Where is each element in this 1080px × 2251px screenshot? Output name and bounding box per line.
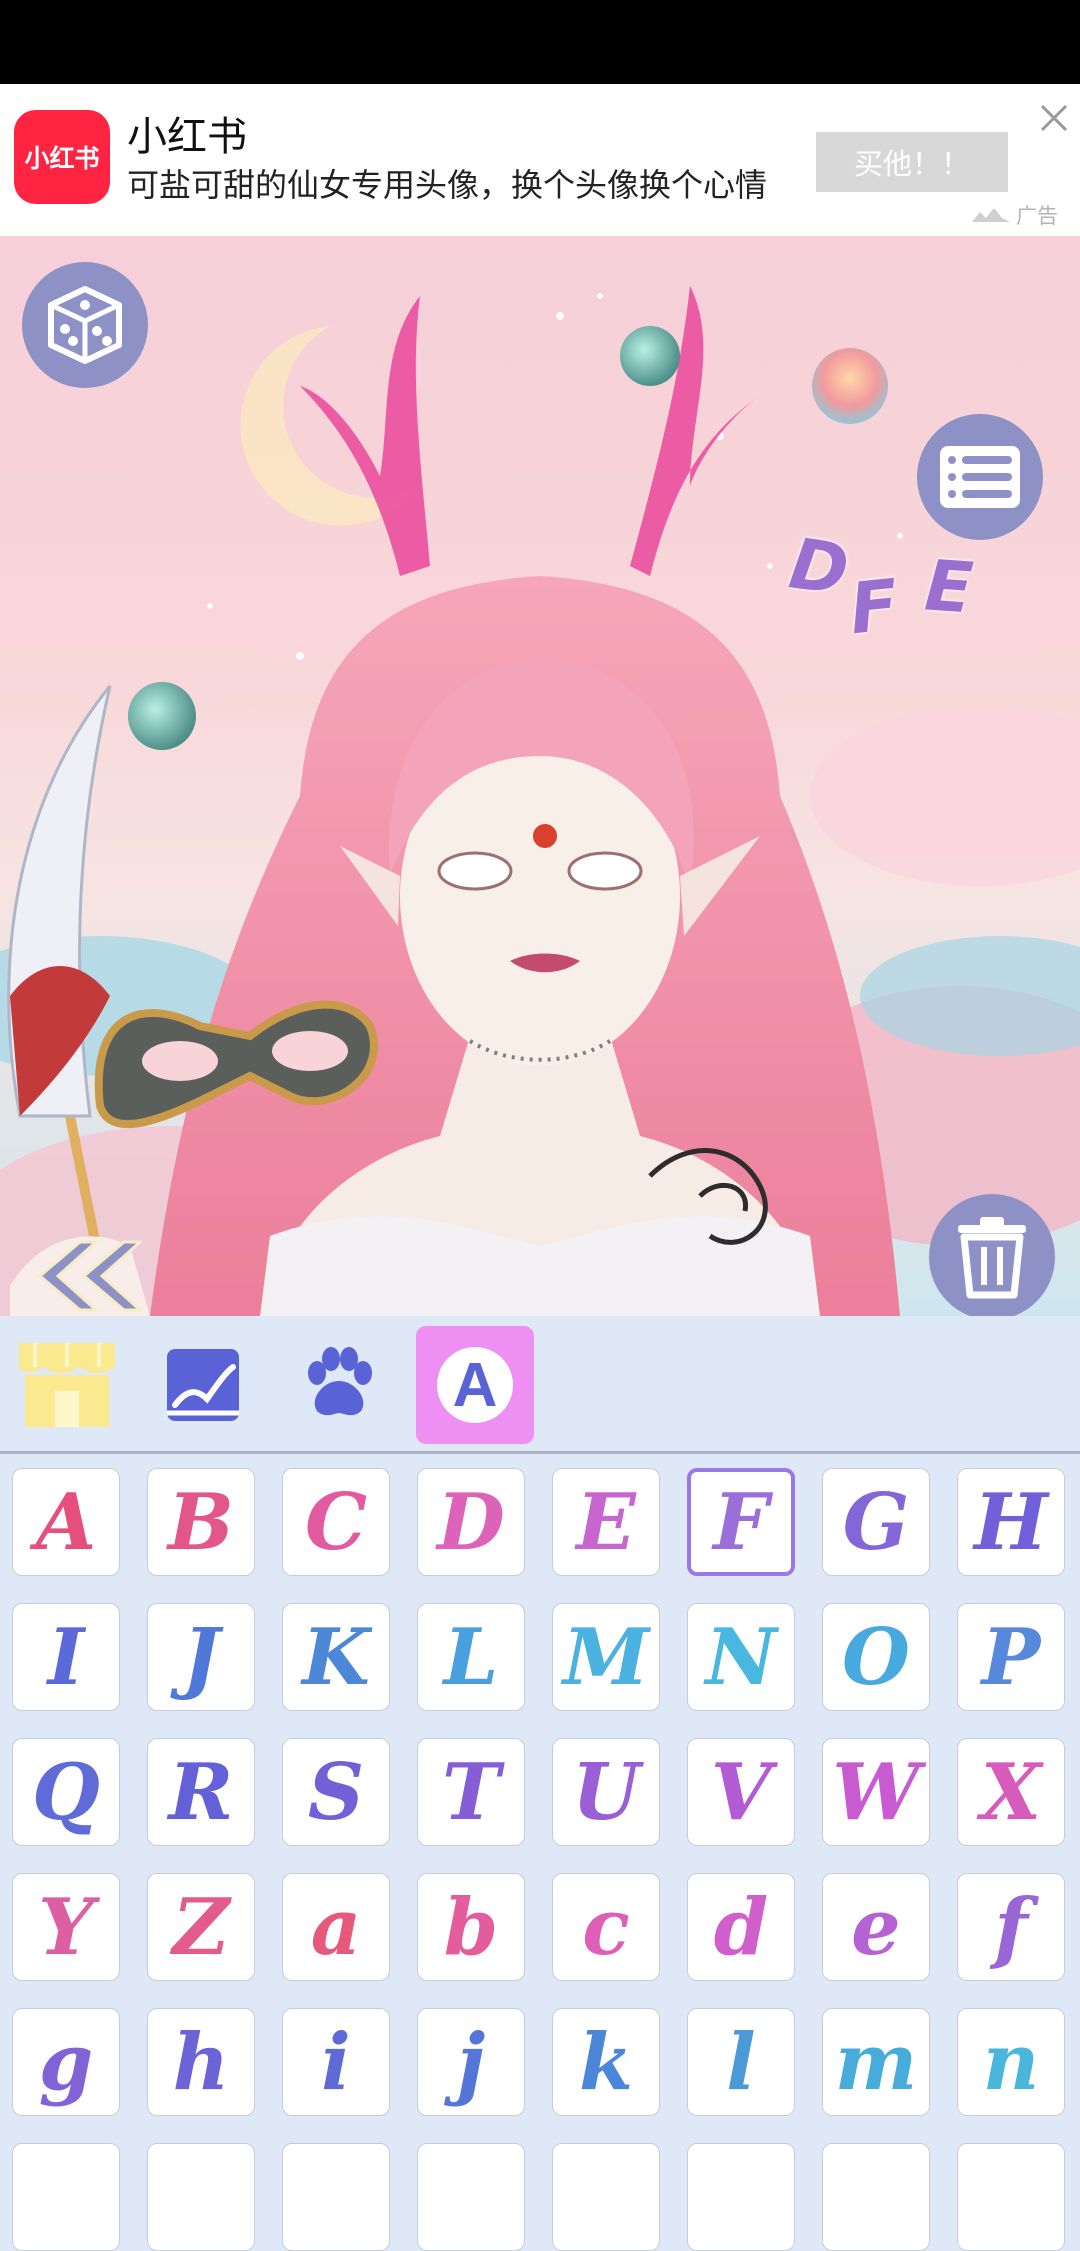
delete-button[interactable] bbox=[929, 1194, 1055, 1316]
letter-cell-n[interactable]: n bbox=[957, 2008, 1065, 2116]
letter-cell-partial[interactable] bbox=[822, 2143, 930, 2251]
tab-background[interactable] bbox=[144, 1326, 262, 1444]
letter-cell-m[interactable]: m bbox=[822, 2008, 930, 2116]
letter-cell-d[interactable]: d bbox=[687, 1873, 795, 1981]
letter-grid: ABCDEFGH IJKLMNOP QRSTUVWX YZabcdef ghijklmn bbox=[0, 1454, 1080, 2251]
letter-cell-A[interactable]: A bbox=[12, 1468, 120, 1576]
letter-cell-partial[interactable] bbox=[282, 2143, 390, 2251]
letter-cell-k[interactable]: k bbox=[552, 2008, 660, 2116]
letter-cell-M[interactable]: M bbox=[552, 1603, 660, 1711]
shop-icon bbox=[19, 1343, 115, 1427]
letter-cell-partial[interactable] bbox=[12, 2143, 120, 2251]
letter-cell-O[interactable]: O bbox=[822, 1603, 930, 1711]
letter-cell-h[interactable]: h bbox=[147, 2008, 255, 2116]
ad-description[interactable]: 可盐可甜的仙女专用头像，换个头像换个心情 bbox=[127, 160, 812, 206]
placed-letter-e[interactable]: E bbox=[922, 544, 975, 629]
letter-cell-partial[interactable] bbox=[147, 2143, 255, 2251]
status-bar bbox=[0, 0, 1080, 84]
letter-cell-Y[interactable]: Y bbox=[12, 1873, 120, 1981]
close-icon[interactable] bbox=[1034, 98, 1074, 138]
random-dice-button[interactable] bbox=[22, 262, 148, 388]
letter-cell-W[interactable]: W bbox=[822, 1738, 930, 1846]
list-icon bbox=[940, 446, 1020, 508]
landscape-icon bbox=[167, 1349, 239, 1421]
dice-icon bbox=[48, 286, 122, 364]
letter-cell-J[interactable]: J bbox=[147, 1603, 255, 1711]
ad-app-logo[interactable]: 小红书 bbox=[14, 110, 110, 204]
letter-cell-c[interactable]: c bbox=[552, 1873, 660, 1981]
letter-cell-N[interactable]: N bbox=[687, 1603, 795, 1711]
letter-cell-Z[interactable]: Z bbox=[147, 1873, 255, 1981]
letter-cell-l[interactable]: l bbox=[687, 2008, 795, 2116]
letter-cell-P[interactable]: P bbox=[957, 1603, 1065, 1711]
placed-letter-f[interactable]: F bbox=[846, 564, 902, 651]
tab-shop[interactable] bbox=[8, 1326, 126, 1444]
letter-cell-b[interactable]: b bbox=[417, 1873, 525, 1981]
ad-banner[interactable]: 小红书 小红书 可盐可甜的仙女专用头像，换个头像换个心情 买他！！ 广告 bbox=[0, 84, 1080, 236]
letter-cell-V[interactable]: V bbox=[687, 1738, 795, 1846]
ad-app-name[interactable]: 小红书 bbox=[127, 104, 247, 162]
letter-cell-H[interactable]: H bbox=[957, 1468, 1065, 1576]
letter-a-icon: A bbox=[437, 1347, 513, 1423]
letter-cell-S[interactable]: S bbox=[282, 1738, 390, 1846]
avatar-canvas[interactable]: D F E bbox=[0, 236, 1080, 1316]
letter-cell-g[interactable]: g bbox=[12, 2008, 120, 2116]
letter-cell-Q[interactable]: Q bbox=[12, 1738, 120, 1846]
letter-cell-X[interactable]: X bbox=[957, 1738, 1065, 1846]
letter-cell-G[interactable]: G bbox=[822, 1468, 930, 1576]
letter-cell-partial[interactable] bbox=[417, 2143, 525, 2251]
letter-cell-L[interactable]: L bbox=[417, 1603, 525, 1711]
letter-cell-I[interactable]: I bbox=[12, 1603, 120, 1711]
letter-cell-i[interactable]: i bbox=[282, 2008, 390, 2116]
letter-cell-partial[interactable] bbox=[687, 2143, 795, 2251]
letter-cell-j[interactable]: j bbox=[417, 2008, 525, 2116]
letter-cell-F[interactable]: F bbox=[687, 1468, 795, 1576]
character-illustration bbox=[0, 286, 1080, 1316]
letter-cell-D[interactable]: D bbox=[417, 1468, 525, 1576]
paw-icon bbox=[308, 1347, 372, 1416]
ad-mark-icon bbox=[972, 208, 1010, 222]
layers-menu-button[interactable] bbox=[917, 414, 1043, 540]
category-bar: A bbox=[0, 1316, 1080, 1454]
tab-pets[interactable] bbox=[280, 1326, 398, 1444]
placed-letter-d[interactable]: D bbox=[785, 522, 854, 611]
letter-cell-partial[interactable] bbox=[552, 2143, 660, 2251]
letter-cell-R[interactable]: R bbox=[147, 1738, 255, 1846]
ad-logo-text: 小红书 bbox=[24, 144, 100, 173]
letter-cell-U[interactable]: U bbox=[552, 1738, 660, 1846]
letter-cell-f[interactable]: f bbox=[957, 1873, 1065, 1981]
trash-icon bbox=[958, 1217, 1026, 1299]
letter-cell-K[interactable]: K bbox=[282, 1603, 390, 1711]
ad-cta-button[interactable]: 买他！！ bbox=[816, 132, 1008, 192]
letter-cell-partial[interactable] bbox=[957, 2143, 1065, 2251]
double-chevron-left-icon[interactable] bbox=[32, 1236, 142, 1316]
letter-cell-T[interactable]: T bbox=[417, 1738, 525, 1846]
tab-letters[interactable]: A bbox=[416, 1326, 534, 1444]
ad-cta-label: 买他！！ bbox=[853, 147, 970, 181]
ad-tag: 广告 bbox=[1016, 204, 1058, 228]
letter-cell-E[interactable]: E bbox=[552, 1468, 660, 1576]
svg-text:A: A bbox=[453, 1351, 498, 1420]
letter-cell-a[interactable]: a bbox=[282, 1873, 390, 1981]
letter-cell-e[interactable]: e bbox=[822, 1873, 930, 1981]
letter-cell-B[interactable]: B bbox=[147, 1468, 255, 1576]
letter-cell-C[interactable]: C bbox=[282, 1468, 390, 1576]
